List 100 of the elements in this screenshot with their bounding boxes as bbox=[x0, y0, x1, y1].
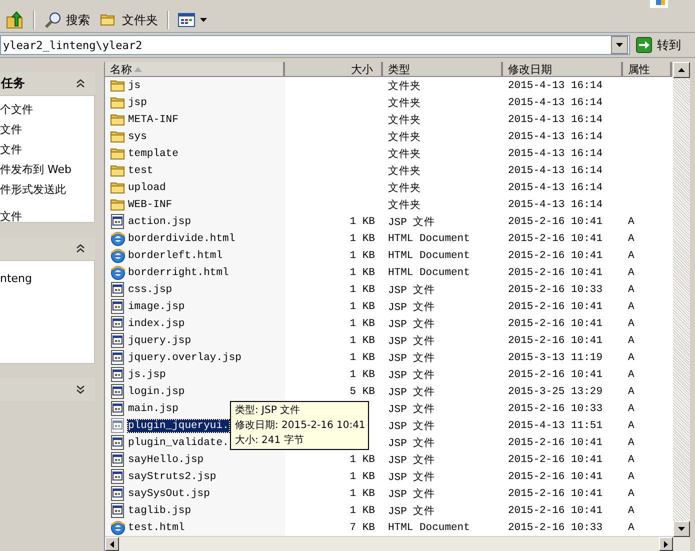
file-type: JSP 文件 bbox=[388, 283, 436, 296]
file-row[interactable]: borderdivide.html 1 KB HTML Document 2015-2-16 10:41 A bbox=[105, 230, 673, 247]
file-row[interactable]: css.jsp 1 KB JSP 文件 2015-2-16 10:33 A bbox=[105, 281, 673, 298]
address-field[interactable]: ylear2_linteng\ylear2 bbox=[0, 35, 630, 55]
scroll-left-button[interactable] bbox=[105, 537, 119, 551]
file-type: 文件夹 bbox=[388, 79, 421, 92]
file-size: 1 KB bbox=[350, 216, 375, 228]
tooltip-text: 大小: 241 字节 bbox=[235, 434, 305, 448]
task-link[interactable]: 文件 bbox=[0, 140, 94, 160]
file-row[interactable]: upload 文件夹 2015-4-13 16:14 bbox=[105, 179, 673, 196]
panel-header[interactable]: 任务 bbox=[0, 72, 95, 95]
search-button[interactable]: 搜索 bbox=[40, 10, 94, 30]
window-logo-icon bbox=[650, 0, 668, 8]
file-name: template bbox=[128, 148, 178, 160]
modified-date: 2015-4-13 16:14 bbox=[508, 164, 603, 176]
modified-date: 2015-4-13 11:51 bbox=[508, 420, 603, 432]
file-row[interactable]: taglib.jsp 1 KB JSP 文件 2015-2-16 10:41 A bbox=[105, 502, 673, 519]
file-row[interactable]: META-INF 文件夹 2015-4-13 16:14 bbox=[105, 111, 673, 128]
file-name: sayHello.jsp bbox=[128, 454, 204, 466]
scroll-right-button[interactable] bbox=[659, 537, 673, 551]
file-type: 文件夹 bbox=[388, 164, 421, 178]
folder-icon bbox=[110, 146, 126, 162]
globe-icon bbox=[110, 248, 126, 264]
document-icon bbox=[110, 434, 126, 450]
arrow-left-icon bbox=[110, 540, 114, 548]
file-row[interactable]: saySysOut.jsp 1 KB JSP 文件 2015-2-16 10:41 A bbox=[105, 485, 673, 502]
document-icon bbox=[110, 298, 126, 314]
modified-date: 2015-2-16 10:41 bbox=[508, 318, 603, 330]
file-row[interactable]: sayStruts2.jsp 1 KB JSP 文件 2015-2-16 10:41 A bbox=[105, 468, 673, 485]
modified-date: 2015-4-13 16:14 bbox=[508, 114, 603, 126]
file-row[interactable]: borderleft.html 1 KB HTML Document 2015-2-16 10:41 A bbox=[105, 247, 673, 264]
file-row[interactable]: template 文件夹 2015-4-13 16:14 bbox=[105, 145, 673, 162]
file-row[interactable]: WEB-INF 文件夹 2015-4-13 16:14 bbox=[105, 196, 673, 213]
file-size: 1 KB bbox=[350, 250, 375, 262]
file-type: 文件夹 bbox=[388, 113, 421, 126]
modified-date: 2015-4-13 16:14 bbox=[508, 198, 603, 210]
vertical-scrollbar[interactable] bbox=[673, 62, 690, 551]
file-row[interactable]: sayHello.jsp 1 KB JSP 文件 2015-2-16 10:41 A bbox=[105, 451, 673, 468]
attribute-text: A bbox=[628, 300, 634, 312]
task-link[interactable]: 文件 bbox=[0, 207, 94, 227]
file-size: 7 KB bbox=[350, 522, 375, 534]
file-type: HTML Document bbox=[388, 266, 470, 278]
modified-date: 2015-4-13 16:14 bbox=[508, 80, 603, 92]
file-name: upload bbox=[128, 182, 166, 194]
modified-date: 2015-4-13 16:14 bbox=[508, 130, 603, 142]
file-row[interactable]: sys 文件夹 2015-4-13 16:14 bbox=[105, 128, 673, 145]
file-row[interactable]: test.html 7 KB HTML Document 2015-2-16 10:33 A bbox=[105, 519, 673, 536]
file-row[interactable]: index.jsp 1 KB JSP 文件 2015-2-16 10:41 A bbox=[105, 315, 673, 332]
file-size: 1 KB bbox=[350, 352, 375, 364]
file-type: JSP 文件 bbox=[388, 317, 436, 330]
horizontal-scrollbar[interactable] bbox=[105, 536, 673, 551]
file-row[interactable]: login.jsp 5 KB JSP 文件 2015-3-25 13:29 A bbox=[105, 383, 673, 400]
folders-button[interactable]: 文件夹 bbox=[96, 10, 162, 30]
modified-date: 2015-4-13 16:14 bbox=[508, 148, 603, 160]
file-name: jquery.overlay.jsp bbox=[128, 352, 242, 364]
dropdown-button[interactable] bbox=[611, 36, 628, 54]
file-row[interactable]: test 文件夹 2015-4-13 16:14 bbox=[105, 162, 673, 179]
file-row[interactable]: jsp 文件夹 2015-4-13 16:14 bbox=[105, 94, 673, 111]
panel-title: 任务 bbox=[0, 75, 25, 92]
column-header[interactable]: 名称 bbox=[105, 62, 285, 77]
file-type: 文件夹 bbox=[388, 130, 421, 144]
attribute-text: A bbox=[628, 318, 634, 330]
modified-date: 2015-2-16 10:41 bbox=[508, 266, 603, 278]
scroll-down-button[interactable] bbox=[673, 521, 690, 537]
document-icon bbox=[110, 316, 126, 332]
go-button[interactable]: 转到 bbox=[634, 34, 695, 56]
file-type: JSP 文件 bbox=[388, 334, 436, 348]
address-input[interactable]: ylear2_linteng\ylear2 bbox=[1, 38, 611, 52]
file-row[interactable]: jquery.overlay.jsp 1 KB JSP 文件 2015-3-13 11:19 A bbox=[105, 349, 673, 366]
column-header[interactable]: 大小 bbox=[285, 62, 383, 77]
modified-date: 2015-2-16 10:41 bbox=[508, 334, 603, 346]
task-link[interactable]: 个文件 bbox=[0, 100, 94, 120]
attribute-text: A bbox=[628, 266, 634, 278]
file-size: 1 KB bbox=[350, 488, 375, 500]
task-link[interactable]: 文件 bbox=[0, 120, 94, 140]
file-row[interactable]: borderright.html 1 KB HTML Document 2015-2-16 10:41 A bbox=[105, 264, 673, 281]
attribute-text: A bbox=[628, 436, 634, 448]
file-size: 1 KB bbox=[350, 266, 375, 278]
task-link[interactable]: 件形式发送此 bbox=[0, 180, 94, 200]
file-row[interactable]: action.jsp 1 KB JSP 文件 2015-2-16 10:41 A bbox=[105, 213, 673, 230]
attribute-text: A bbox=[628, 334, 634, 346]
attribute-text: A bbox=[628, 386, 634, 398]
file-name: saySysOut.jsp bbox=[128, 488, 210, 500]
file-name: action.jsp bbox=[128, 216, 192, 228]
modified-date: 2015-2-16 10:33 bbox=[508, 522, 603, 534]
document-icon bbox=[110, 452, 126, 468]
document-icon bbox=[110, 384, 126, 400]
file-row[interactable]: jquery.jsp 1 KB JSP 文件 2015-2-16 10:41 A bbox=[105, 332, 673, 349]
scroll-up-button[interactable] bbox=[673, 62, 690, 78]
file-type: JSP 文件 bbox=[388, 300, 436, 314]
file-type: HTML Document bbox=[388, 232, 470, 244]
column-header[interactable]: 修改日期 bbox=[503, 62, 623, 77]
column-header[interactable]: 类型 bbox=[383, 62, 503, 77]
file-row[interactable]: js 文件夹 2015-4-13 16:14 bbox=[105, 77, 673, 94]
task-link[interactable]: 件发布到 Web bbox=[0, 160, 94, 180]
file-row[interactable]: js.jsp 1 KB JSP 文件 2015-2-16 10:41 A bbox=[105, 366, 673, 383]
file-row[interactable]: image.jsp 1 KB JSP 文件 2015-2-16 10:41 A bbox=[105, 298, 673, 315]
file-name: css.jsp bbox=[128, 284, 172, 296]
attribute-text: A bbox=[628, 216, 634, 228]
file-type: JSP 文件 bbox=[388, 470, 436, 484]
